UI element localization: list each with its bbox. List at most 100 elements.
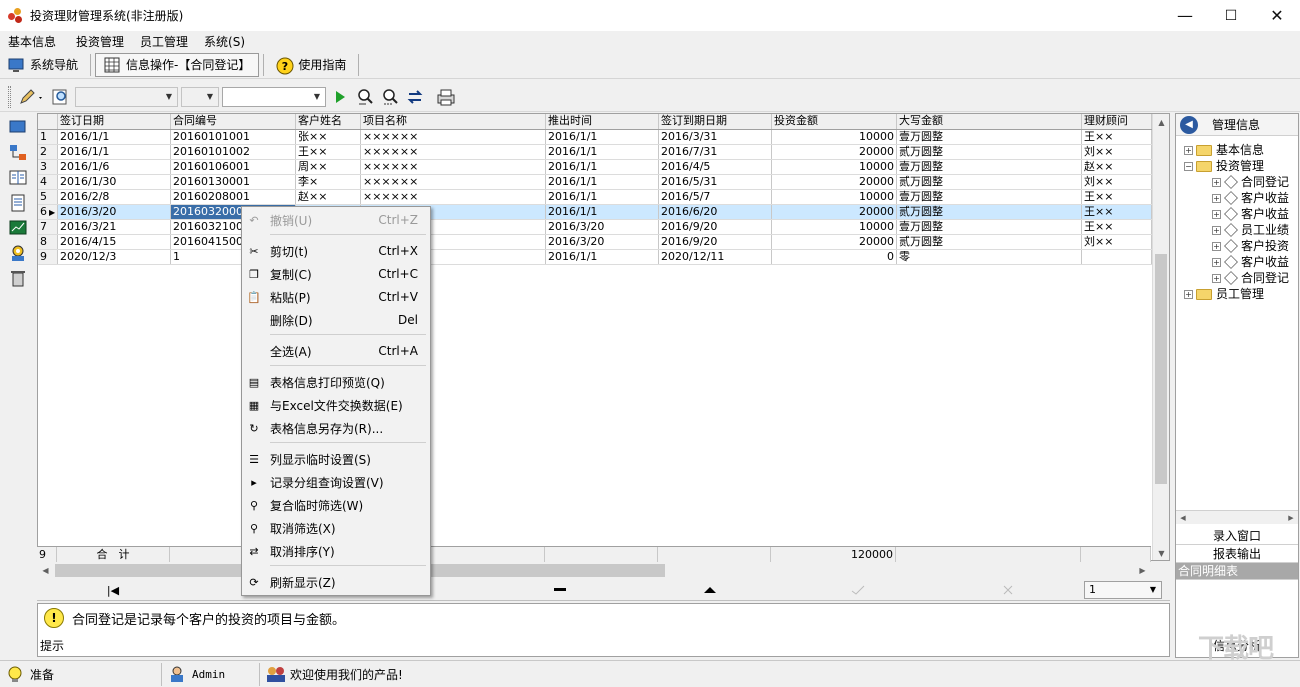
table-cell[interactable]: 20160106001 [171, 160, 296, 174]
tab-system-nav[interactable]: 系统导航 [0, 53, 86, 77]
edit-pencil-button[interactable] [17, 86, 47, 108]
vertical-scrollbar[interactable]: ▲ ▼ [1152, 114, 1169, 560]
minimize-button[interactable]: — [1162, 0, 1208, 31]
find-button[interactable] [354, 86, 376, 108]
context-menu-item[interactable]: ✂ 剪切(t) Ctrl+X [244, 240, 428, 262]
tree-node[interactable]: + 基本信息 [1184, 142, 1264, 158]
table-cell[interactable]: ×××××× [361, 160, 546, 174]
table-cell[interactable]: 5 [38, 190, 58, 204]
table-row[interactable]: 7 2016/3/21 20160321001 2016/3/20 2016/9/20 1… [38, 220, 1152, 235]
maximize-button[interactable]: ☐ [1208, 0, 1254, 31]
table-cell[interactable]: 20000 [772, 235, 897, 249]
expand-icon[interactable]: + [1212, 193, 1221, 203]
chart-button[interactable] [9, 219, 27, 237]
field-select[interactable]: ▼ [75, 86, 178, 107]
expand-icon[interactable]: + [1212, 273, 1221, 283]
column-header[interactable]: 理财顾问 [1082, 114, 1152, 129]
table-row[interactable]: 9 2020/12/3 1 2016/1/1 2020/12/11 0 零 [38, 250, 1152, 265]
context-menu-item[interactable]: ⚲ 复合临时筛选(W) [244, 494, 428, 516]
context-menu-item[interactable]: ▦ 与Excel文件交换数据(E) [244, 394, 428, 416]
context-menu-item[interactable]: 全选(A) Ctrl+A [244, 340, 428, 362]
trash-button[interactable] [9, 269, 27, 287]
delete-record-button[interactable] [552, 582, 568, 598]
document-button[interactable] [9, 194, 27, 212]
table-cell[interactable]: 7 [38, 220, 58, 234]
table-cell[interactable]: ×××××× [361, 190, 546, 204]
table-cell[interactable]: 9 [38, 250, 58, 264]
expand-icon[interactable]: + [1212, 209, 1221, 219]
table-cell[interactable]: 壹万圆整 [897, 130, 1082, 144]
cancel-record-button[interactable] [1000, 582, 1016, 598]
table-cell[interactable]: 2016/1/1 [546, 160, 659, 174]
table-cell[interactable]: 2016/3/20 [58, 205, 171, 219]
table-row[interactable]: 4 2016/1/30 20160130001 李× ×××××× 2016/1/1 201… [38, 175, 1152, 190]
expand-icon[interactable]: − [1184, 161, 1193, 171]
tree-node[interactable]: + 员工业绩 [1212, 222, 1289, 238]
tree-node[interactable]: − 投资管理 [1184, 158, 1264, 174]
table-cell[interactable]: 2016/3/31 [659, 130, 772, 144]
settings-button[interactable] [9, 244, 27, 262]
grid-header-row[interactable]: 签订日期 合同编号 客户姓名 项目名称 推出时间 签订到期日期 投资金额 大写金额 理财顾问 [38, 114, 1152, 130]
context-menu-item[interactable]: 删除(D) Del [244, 309, 428, 331]
table-cell[interactable]: 壹万圆整 [897, 160, 1082, 174]
table-cell[interactable]: 3 [38, 160, 58, 174]
table-cell[interactable]: 2016/5/7 [659, 190, 772, 204]
menu-basic-info[interactable]: 基本信息 [0, 33, 64, 50]
column-header[interactable] [38, 114, 58, 129]
list-button[interactable] [9, 169, 27, 187]
table-cell[interactable]: 刘×× [1082, 175, 1152, 189]
table-cell[interactable]: 20160101002 [171, 145, 296, 159]
expand-icon[interactable]: + [1212, 225, 1221, 235]
expand-icon[interactable]: + [1184, 289, 1193, 299]
tree-node[interactable]: + 客户收益 [1212, 190, 1289, 206]
find-next-button[interactable] [379, 86, 401, 108]
table-cell[interactable]: 2016/3/20 [546, 220, 659, 234]
table-cell[interactable]: 20160208001 [171, 190, 296, 204]
data-grid[interactable]: 签订日期 合同编号 客户姓名 项目名称 推出时间 签订到期日期 投资金额 大写金额 理财顾问 1 2… [37, 113, 1170, 561]
table-cell[interactable]: 2 [38, 145, 58, 159]
table-cell[interactable]: 刘×× [1082, 235, 1152, 249]
table-cell[interactable]: 2016/1/1 [546, 175, 659, 189]
table-cell[interactable]: 2016/3/20 [546, 235, 659, 249]
menu-investment[interactable]: 投资管理 [68, 33, 132, 50]
column-header[interactable]: 合同编号 [171, 114, 296, 129]
expand-icon[interactable]: + [1212, 241, 1221, 251]
table-cell[interactable]: 贰万圆整 [897, 205, 1082, 219]
value-select[interactable]: ▼ [222, 86, 326, 107]
edit-record-button[interactable] [702, 582, 718, 598]
table-row[interactable]: 2 2016/1/1 20160101002 王×× ×××××× 2016/1/1 201… [38, 145, 1152, 160]
table-cell[interactable]: 6 ▶ [38, 205, 58, 219]
table-cell[interactable]: 2016/7/31 [659, 145, 772, 159]
table-cell[interactable]: 李× [296, 175, 361, 189]
tree-node[interactable]: + 客户收益 [1212, 254, 1289, 270]
horizontal-scrollbar[interactable]: ◀ ▶ [37, 562, 1151, 579]
table-cell[interactable]: 10000 [772, 190, 897, 204]
operator-select[interactable]: ▼ [181, 86, 219, 107]
table-cell[interactable]: 4 [38, 175, 58, 189]
table-cell[interactable]: 周×× [296, 160, 361, 174]
table-cell[interactable]: 2016/1/1 [546, 145, 659, 159]
table-cell[interactable]: 王×× [1082, 130, 1152, 144]
table-cell[interactable]: ×××××× [361, 175, 546, 189]
context-menu-item[interactable]: ▸ 记录分组查询设置(V) [244, 471, 428, 493]
table-cell[interactable]: 刘×× [1082, 145, 1152, 159]
tree-node[interactable]: + 合同登记 [1212, 174, 1289, 190]
table-cell[interactable]: 2016/1/1 [546, 130, 659, 144]
post-record-button[interactable] [850, 582, 866, 598]
table-cell[interactable]: 王×× [296, 145, 361, 159]
tab-user-guide[interactable]: ? 使用指南 [268, 53, 354, 77]
table-cell[interactable]: 贰万圆整 [897, 145, 1082, 159]
table-cell[interactable]: 2016/1/1 [546, 205, 659, 219]
table-cell[interactable]: 2016/4/5 [659, 160, 772, 174]
context-menu-item[interactable]: ⇄ 取消排序(Y) [244, 540, 428, 562]
table-cell[interactable]: 0 [772, 250, 897, 264]
table-cell[interactable]: 1 [38, 130, 58, 144]
context-menu-item[interactable]: ⟳ 刷新显示(Z) [244, 571, 428, 593]
table-cell[interactable]: ×××××× [361, 145, 546, 159]
network-button[interactable] [9, 144, 27, 162]
table-cell[interactable]: 赵×× [1082, 160, 1152, 174]
table-cell[interactable]: 王×× [1082, 190, 1152, 204]
scroll-left-arrow[interactable]: ◀ [37, 562, 54, 579]
table-cell[interactable]: 贰万圆整 [897, 175, 1082, 189]
page-select[interactable]: 1 ▼ [1084, 581, 1162, 599]
